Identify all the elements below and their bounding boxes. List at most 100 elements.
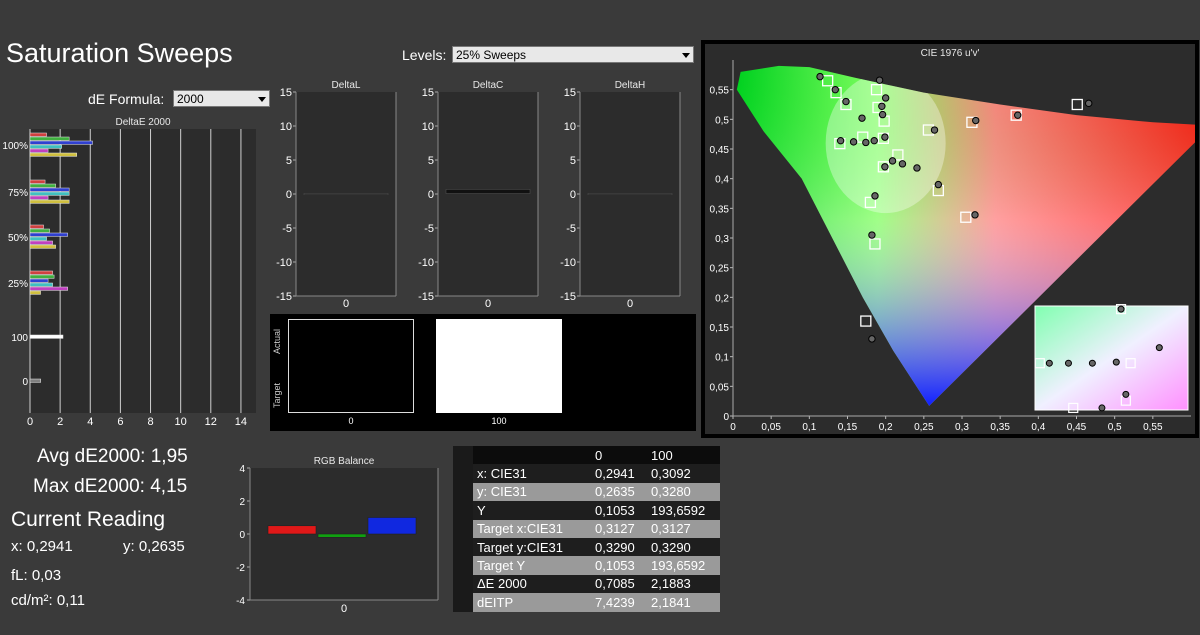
- x-tick-label: 0: [485, 298, 491, 309]
- row-value: 0,3127: [595, 521, 635, 537]
- table-header: 0: [595, 447, 603, 463]
- chart-title: DeltaE 2000: [115, 117, 170, 128]
- x-tick-label: 0: [730, 422, 736, 433]
- measured-point: [1085, 99, 1093, 108]
- de-bar: [29, 240, 53, 245]
- measured-point: [878, 110, 887, 119]
- chart-title: DeltaC: [473, 80, 504, 91]
- y-tick-label: 0,2: [715, 293, 729, 304]
- chevron-down-icon: [258, 97, 266, 102]
- row-value: 0,3290: [595, 539, 635, 555]
- y-tick-label: -10: [276, 257, 292, 269]
- de-bar: [29, 228, 50, 233]
- y-tick-label: 0,45: [710, 145, 730, 156]
- measured-point: [1014, 111, 1022, 119]
- y-tick-label: 10: [564, 121, 576, 133]
- group-label: 100: [11, 333, 28, 344]
- y-tick-label: -4: [236, 596, 245, 607]
- de-bar: [29, 144, 62, 149]
- measured-point: [878, 102, 886, 110]
- y-tick-label: 0: [239, 530, 245, 541]
- y-tick-label: 5: [286, 155, 292, 167]
- de-bar: [29, 148, 49, 153]
- levels-select-value: 25% Sweeps: [456, 48, 527, 62]
- y-tick-label: 0,4: [715, 175, 729, 186]
- inset-measured-point: [1155, 344, 1163, 352]
- de-bar: [29, 274, 55, 279]
- x-tick-label: 0: [27, 416, 33, 428]
- de-bar: [29, 136, 70, 141]
- row-label: Target Y: [477, 558, 526, 574]
- plot-area: [438, 92, 538, 296]
- table-row: ΔE 2000 0,7085 2,1883: [453, 574, 720, 594]
- measured-point: [836, 136, 845, 145]
- x-tick-label: 0,1: [802, 422, 816, 433]
- y-tick-label: 10: [280, 121, 292, 133]
- table-row: Target x:CIE31 0,3127 0,3127: [453, 519, 720, 538]
- rgb-bar: [317, 533, 367, 538]
- y-tick-label: 0,15: [710, 323, 730, 334]
- measured-point: [881, 163, 889, 171]
- y-tick-label: -2: [236, 563, 245, 574]
- x-tick-label: 0,55: [1143, 422, 1163, 433]
- measured-point: [849, 138, 858, 146]
- cie-chart: CIE 1976 u'v' 0 0,05 0,1 0,15 0,2 0,25 0,3 0,35 0…: [705, 44, 1195, 434]
- x-tick-label: 0,25: [914, 422, 934, 433]
- measured-point: [913, 164, 921, 172]
- measured-point: [871, 192, 879, 200]
- y-tick-label: -10: [418, 257, 434, 269]
- y-tick-label: 0,05: [710, 382, 730, 393]
- swatch-panel: Actual Target 0 100: [270, 314, 696, 431]
- x-tick-label: 8: [147, 416, 153, 428]
- group-label: 100%: [2, 141, 28, 152]
- inset-measured-point: [1117, 305, 1125, 313]
- inset-measured-point: [1064, 359, 1072, 367]
- inset-measured-point: [1045, 359, 1053, 367]
- row-label: dEITP: [477, 594, 514, 610]
- page-title: Saturation Sweeps: [6, 38, 233, 68]
- de-bar: [29, 191, 70, 196]
- rgb-bar: [267, 525, 317, 535]
- row-label: ΔE 2000: [477, 576, 527, 592]
- row-label: y: CIE31: [477, 484, 527, 500]
- y-tick-label: 0,5: [715, 115, 729, 126]
- x-tick-label: 6: [117, 416, 123, 428]
- y-tick-label: 0: [570, 189, 576, 201]
- de-formula-select[interactable]: 2000: [173, 90, 270, 107]
- inset-measured-point: [1112, 358, 1120, 366]
- target-label: Target: [272, 382, 282, 408]
- x-tick-label: 0,3: [955, 422, 969, 433]
- measured-point: [972, 116, 980, 125]
- y-tick-label: -5: [424, 223, 434, 235]
- de-bar: [29, 244, 56, 249]
- reading-cdm2: cd/m²: 0,11: [11, 592, 85, 609]
- de-bar: [29, 236, 47, 241]
- row-label: Target y:CIE31: [477, 539, 563, 555]
- y-tick-label: -15: [276, 291, 292, 303]
- y-tick-label: 0,3: [715, 234, 729, 245]
- deltae-bar-chart: DeltaE 2000 0 2 4 6 8 10 12 14 100% 75% 50% 25% 100 0: [2, 117, 256, 428]
- y-tick-label: 0,1: [715, 353, 729, 364]
- row-value: 0,3127: [651, 521, 691, 537]
- measured-point: [868, 335, 876, 343]
- row-marker: [453, 556, 473, 575]
- inset-measured-point: [1122, 390, 1130, 398]
- row-value: 2,1883: [651, 576, 691, 592]
- rgb-balance-chart: RGB Balance 4 2 0 -2 -4 0: [236, 456, 439, 615]
- row-value: 7,4239: [595, 594, 635, 610]
- plot-area: [30, 129, 256, 413]
- levels-select[interactable]: 25% Sweeps: [452, 46, 694, 63]
- de-bar: [29, 132, 47, 137]
- measured-point: [881, 94, 890, 102]
- delta-bar: [445, 189, 531, 194]
- row-value: 0,7085: [595, 576, 635, 592]
- readings-table: 0 100 x: CIE31 0,2941 0,3092 y: CIE31 0,2635…: [453, 446, 720, 612]
- row-value: 2,1841: [651, 594, 691, 610]
- swatch-label-0: 0: [348, 416, 354, 426]
- current-reading-heading: Current Reading: [11, 508, 166, 531]
- chart-title: DeltaL: [332, 80, 361, 91]
- y-tick-label: 10: [422, 121, 434, 133]
- measured-point: [898, 160, 907, 168]
- y-tick-label: 0,25: [710, 264, 730, 275]
- measured-point: [934, 180, 943, 189]
